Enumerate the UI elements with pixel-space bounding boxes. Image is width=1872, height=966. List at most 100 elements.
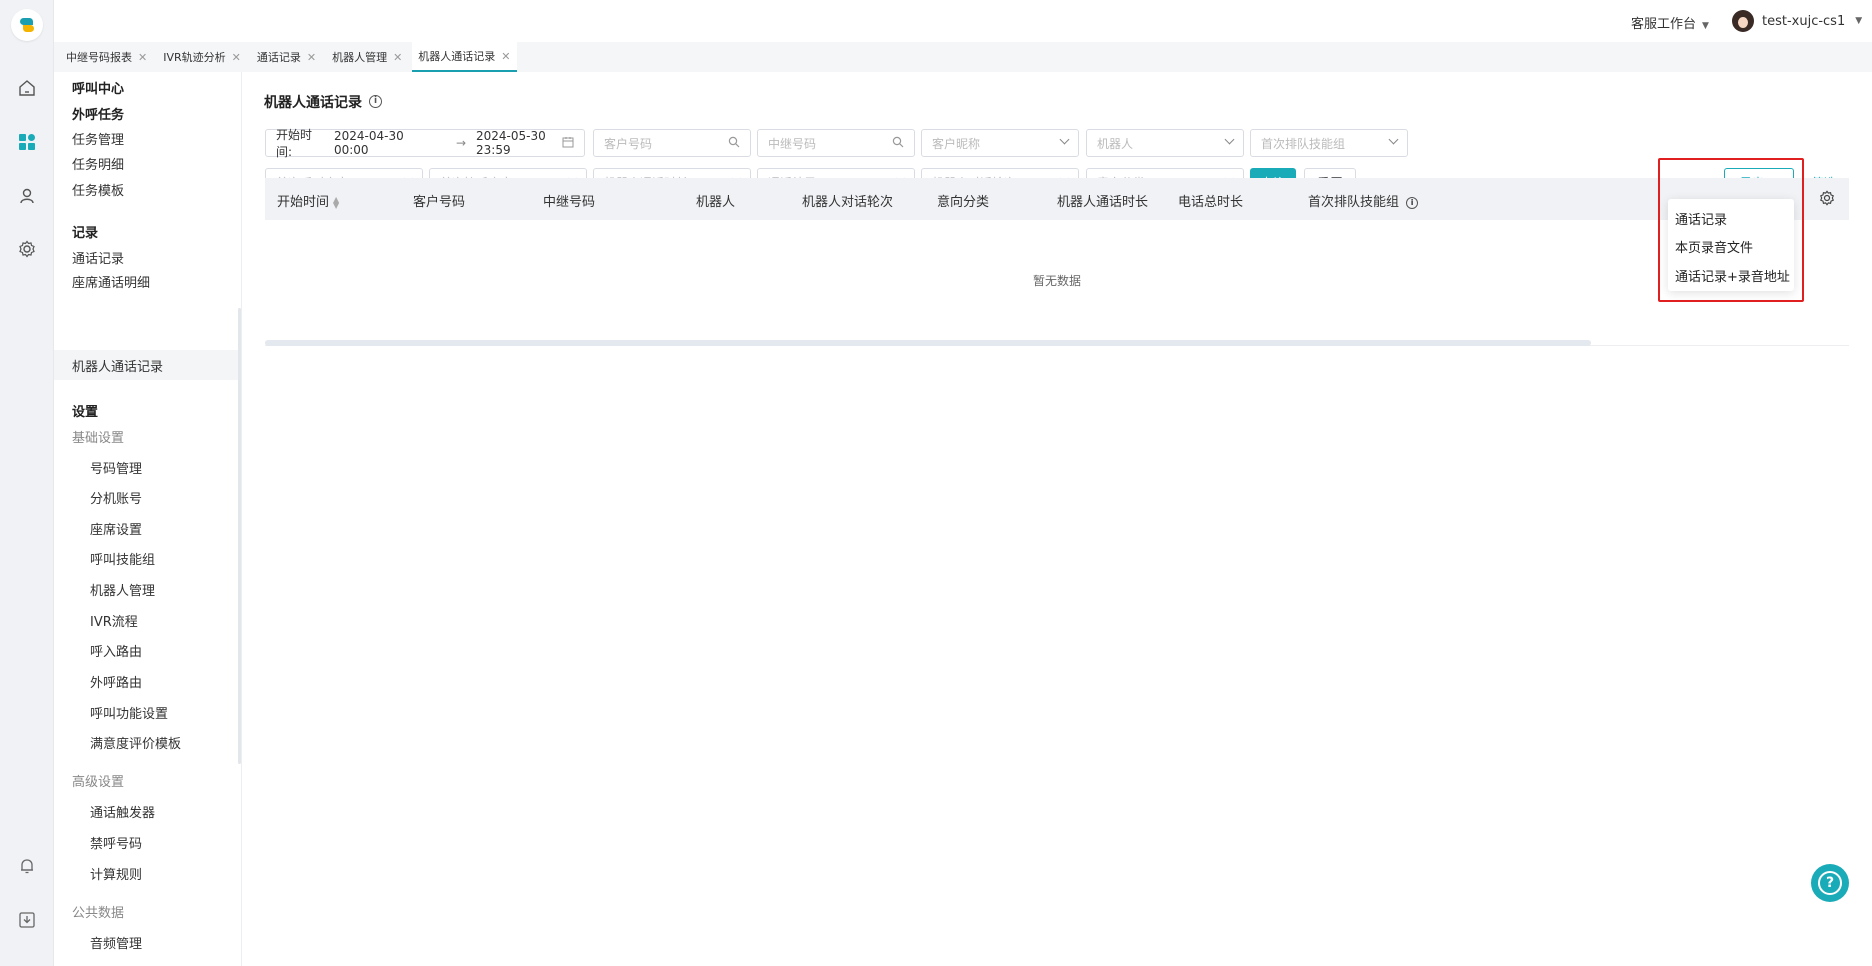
sidebar-item-task-template[interactable]: 任务模板 [72,180,124,199]
avatar [1732,10,1754,32]
page-tabs: 中继号码报表 ✕ IVR轨迹分析 ✕ 通话记录 ✕ 机器人管理 ✕ 机器人通话记录 ✕ [54,42,1872,72]
robot-placeholder: 机器人 [1097,136,1134,151]
column-header-first-queue-skill-group: 首次排队技能组 i [1308,191,1419,210]
search-icon [728,136,740,151]
column-header-robot-call-duration: 机器人通话时长 [1057,195,1149,210]
sidebar-item-call-function-settings[interactable]: 呼叫功能设置 [90,703,168,722]
tab-label: 机器人管理 [332,51,388,64]
column-header-start-time[interactable]: 开始时间 ▲ ▼ [277,191,339,210]
column-header-total-call-duration: 电话总时长 [1178,195,1244,210]
scrollbar-thumb[interactable] [265,340,1591,346]
column-header-trunk-number: 中继号码 [543,195,596,210]
column-header-label: 开始时间 [277,195,330,210]
trunk-number-placeholder: 中继号码 [768,136,817,151]
sidebar-item-billing-rules[interactable]: 计算规则 [90,864,142,883]
chevron-down-icon [1224,134,1235,145]
user-icon[interactable] [15,184,39,208]
first-queue-skill-group-placeholder: 首次排队技能组 [1261,136,1346,151]
sidebar-item-call-skill-group[interactable]: 呼叫技能组 [90,549,155,568]
arrow-right-icon: → [455,136,467,150]
close-icon[interactable]: ✕ [307,51,316,64]
sidebar-group-advanced-settings: 高级设置 [72,775,125,790]
sidebar-group-public-data: 公共数据 [72,906,125,921]
trunk-number-input[interactable]: 中继号码 [757,129,915,157]
customer-nickname-placeholder: 客户昵称 [932,136,981,151]
main-content: 机器人通话记录 i 开始时间: 2024-04-30 00:00 → 2024-… [243,72,1872,966]
tab-label: 机器人通话记录 [418,50,496,63]
column-header-robot-dialogue-rounds: 机器人对话轮次 [802,195,894,210]
sidebar-menu: 呼叫中心 外呼任务 任务管理 任务明细 任务模板 记录 通话记录 座席通话明细 … [54,72,242,966]
tab-call-records[interactable]: 通话记录 ✕ [251,42,322,72]
username: test-xujc-cs1 [1762,13,1846,29]
help-button[interactable]: ? [1811,864,1849,902]
sidebar-heading-settings: 设置 [72,405,99,420]
sidebar-item-seat-call-detail[interactable]: 座席通话明细 [72,272,150,291]
chevron-down-icon [1059,134,1070,145]
sidebar-heading-outbound-task: 外呼任务 [72,108,125,123]
export-option-records-with-recording-url[interactable]: 通话记录+录音地址 [1675,266,1790,285]
workspace-switcher[interactable]: 客服工作台 ▼ [1631,13,1709,32]
sidebar-group-basic-settings: 基础设置 [72,431,125,446]
apps-icon[interactable] [15,130,39,154]
icon-rail [0,0,54,966]
caret-down-icon: ▼ [1702,21,1709,31]
close-icon[interactable]: ✕ [138,51,147,64]
export-option-page-recordings[interactable]: 本页录音文件 [1675,237,1753,256]
customer-number-placeholder: 客户号码 [604,136,653,151]
info-icon[interactable]: i [1406,196,1419,209]
first-queue-skill-group-select[interactable]: 首次排队技能组 [1250,129,1408,157]
caret-down-icon: ▼ [1855,16,1863,26]
sidebar-item-satisfaction-template[interactable]: 满意度评价模板 [90,733,181,752]
user-menu[interactable]: test-xujc-cs1 ▼ [1732,10,1862,32]
calendar-icon [562,136,574,151]
sidebar-item-outbound-route[interactable]: 外呼路由 [90,672,142,691]
sidebar-item-robot-management[interactable]: 机器人管理 [90,580,155,599]
column-header-label: 首次排队技能组 [1308,195,1400,210]
sidebar-item-seat-settings[interactable]: 座席设置 [90,519,142,538]
export-dropdown-menu: 通话记录 本页录音文件 通话记录+录音地址 [1668,199,1794,291]
bell-icon[interactable] [15,854,39,878]
column-header-customer-number: 客户号码 [413,195,466,210]
sidebar-item-audio-management[interactable]: 音频管理 [90,933,142,952]
start-time-label: 开始时间: [276,128,313,159]
start-time-range-picker[interactable]: 开始时间: 2024-04-30 00:00 → 2024-05-30 23:5… [265,128,585,159]
sidebar-item-call-records[interactable]: 通话记录 [72,248,124,267]
sidebar-scrollbar[interactable] [238,308,241,764]
export-option-call-records[interactable]: 通话记录 [1675,209,1727,228]
search-icon [892,136,904,151]
column-header-robot: 机器人 [696,195,736,210]
customer-number-input[interactable]: 客户号码 [593,129,751,157]
customer-nickname-select[interactable]: 客户昵称 [921,129,1079,157]
tab-trunk-number-report[interactable]: 中继号码报表 ✕ [60,42,153,72]
tab-label: IVR轨迹分析 [163,51,226,64]
column-header-intent-category: 意向分类 [937,195,990,210]
question-icon: ? [1818,871,1842,895]
close-icon[interactable]: ✕ [232,51,241,64]
column-settings-gear-icon[interactable] [1819,190,1835,210]
app-logo[interactable] [11,9,43,41]
sidebar-item-robot-call-records[interactable]: 机器人通话记录 [72,356,163,375]
sidebar-item-inbound-route[interactable]: 呼入路由 [90,641,142,660]
close-icon[interactable]: ✕ [501,50,510,63]
close-icon[interactable]: ✕ [393,51,402,64]
sort-icon[interactable]: ▲ ▼ [333,195,339,209]
settings-icon[interactable] [15,237,39,261]
sidebar-item-task-management[interactable]: 任务管理 [72,129,124,148]
sidebar-heading-records: 记录 [72,226,99,241]
table-horizontal-scrollbar[interactable] [265,340,1849,346]
sidebar-item-task-detail[interactable]: 任务明细 [72,154,124,173]
sidebar-item-ivr-flow[interactable]: IVR流程 [90,611,138,630]
tab-ivr-trace-analysis[interactable]: IVR轨迹分析 ✕ [157,42,247,72]
table-header: 开始时间 ▲ ▼ 客户号码 中继号码 机器人 机器人对话轮次 意向分类 机器人通话时… [265,178,1849,220]
sidebar-item-extension-account[interactable]: 分机账号 [90,488,142,507]
tab-robot-call-records[interactable]: 机器人通话记录 ✕ [412,42,517,72]
sidebar-item-number-management[interactable]: 号码管理 [90,458,142,477]
sidebar-item-blocked-numbers[interactable]: 禁呼号码 [90,833,142,852]
sidebar-heading-call-center: 呼叫中心 [72,82,125,97]
download-icon[interactable] [15,908,39,932]
robot-select[interactable]: 机器人 [1086,129,1244,157]
sidebar-item-call-trigger[interactable]: 通话触发器 [90,802,155,821]
info-icon[interactable]: i [369,95,382,108]
tab-robot-management[interactable]: 机器人管理 ✕ [326,42,408,72]
home-icon[interactable] [15,76,39,100]
